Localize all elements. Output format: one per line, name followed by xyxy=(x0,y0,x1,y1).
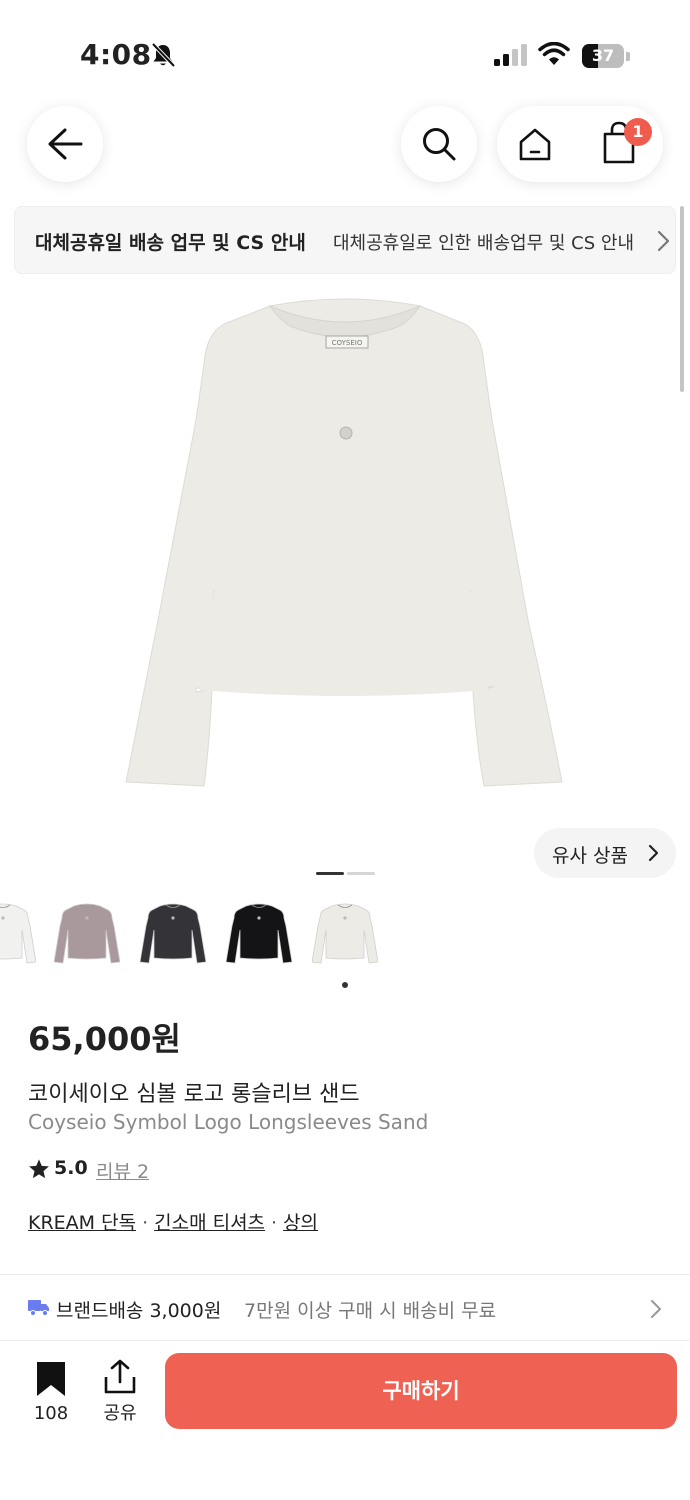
home-button[interactable] xyxy=(511,120,559,168)
share-button[interactable]: 공유 xyxy=(92,1359,148,1427)
thumbnail-black[interactable] xyxy=(226,900,292,972)
bell-off-icon xyxy=(151,42,176,68)
cellular-signal-icon xyxy=(494,44,527,66)
bookmark-icon xyxy=(37,1362,65,1396)
status-bar: 4:08 37 xyxy=(0,0,690,100)
thumbnail-charcoal[interactable] xyxy=(140,900,206,972)
share-label: 공유 xyxy=(103,1403,137,1424)
selected-thumbnail-indicator xyxy=(342,982,348,988)
battery-level: 37 xyxy=(591,46,615,65)
scrollbar[interactable] xyxy=(680,206,684,392)
bottom-action-bar: 108 공유 구매하기 xyxy=(0,1340,690,1500)
notice-text: 대체공휴일로 인한 배송업무 및 CS 안내 xyxy=(333,233,635,254)
product-price: 65,000원 xyxy=(28,1020,181,1058)
thumbnail-shirt-shape xyxy=(0,903,36,964)
shirt-brand-label: COYSEIO xyxy=(332,339,363,347)
thumbnail-logo-mark xyxy=(257,916,261,920)
product-name-english: Coyseio Symbol Logo Longsleeves Sand xyxy=(28,1110,429,1134)
status-time: 4:08 xyxy=(80,38,152,71)
shipping-info-row[interactable]: 브랜드배송 3,000원 7만원 이상 구매 시 배송비 무료 xyxy=(0,1276,690,1338)
battery-icon: 37 xyxy=(582,44,630,68)
bookmark-button[interactable]: 108 xyxy=(22,1361,80,1427)
home-cart-group: 1 xyxy=(497,106,663,182)
notice-banner[interactable]: 대체공휴일 배송 업무 및 CS 안내 대체공휴일로 인한 배송업무 및 CS … xyxy=(14,206,676,274)
home-icon xyxy=(519,128,551,161)
thumbnail-shirt-shape xyxy=(140,903,206,964)
rating-score: 5.0 xyxy=(54,1157,88,1179)
thumbnail-shirt-shape xyxy=(54,903,120,964)
similar-products-label: 유사 상품 xyxy=(552,845,628,867)
thumbnail-shirt-shape xyxy=(312,903,378,964)
tag-tops[interactable]: 상의 xyxy=(283,1212,318,1234)
tag-kream-exclusive[interactable]: KREAM 단독 xyxy=(28,1212,136,1234)
chevron-right-icon xyxy=(648,844,659,862)
star-icon xyxy=(29,1159,49,1179)
cart-count-badge: 1 xyxy=(624,118,652,146)
thumbnail-mauve[interactable] xyxy=(54,900,120,972)
buy-button[interactable]: 구매하기 xyxy=(165,1353,677,1429)
search-icon xyxy=(423,128,456,161)
thumbnail-logo-mark xyxy=(343,916,347,920)
chevron-right-icon xyxy=(657,230,670,252)
thumbnail-sand[interactable] xyxy=(312,900,378,972)
chevron-right-icon xyxy=(651,1300,661,1318)
notice-title: 대체공휴일 배송 업무 및 CS 안내 xyxy=(35,232,306,254)
tag-separator: · xyxy=(142,1212,149,1234)
thumbnail-logo-mark xyxy=(85,916,89,920)
bookmark-count: 108 xyxy=(33,1403,69,1424)
thumbnail-shirt-shape xyxy=(226,903,292,964)
product-image[interactable]: COYSEIO xyxy=(110,290,580,800)
review-link[interactable]: 리뷰 2 xyxy=(96,1157,149,1184)
share-icon xyxy=(104,1359,136,1394)
shipping-free-condition: 7만원 이상 구매 시 배송비 무료 xyxy=(244,1300,497,1322)
search-button[interactable] xyxy=(401,106,477,182)
image-pager-inactive xyxy=(347,872,375,875)
image-pager-active xyxy=(316,872,344,875)
thumbnail-logo-mark xyxy=(1,916,5,920)
thumbnail-white[interactable] xyxy=(0,900,36,972)
shipping-fee: 브랜드배송 3,000원 xyxy=(56,1300,222,1322)
thumbnail-logo-mark xyxy=(171,916,175,920)
product-name-korean: 코이세이오 심볼 로고 롱슬리브 샌드 xyxy=(28,1082,360,1107)
arrow-left-icon xyxy=(48,128,83,160)
wifi-icon xyxy=(538,42,570,65)
section-divider xyxy=(0,1274,690,1275)
truck-icon xyxy=(28,1300,49,1316)
tag-longsleeve-tshirt[interactable]: 긴소매 티셔츠 xyxy=(154,1212,265,1234)
tag-separator: · xyxy=(271,1212,278,1234)
category-tags: KREAM 단독 · 긴소매 티셔츠 · 상의 xyxy=(28,1208,318,1235)
back-button[interactable] xyxy=(27,106,103,182)
similar-products-button[interactable]: 유사 상품 xyxy=(534,828,676,878)
